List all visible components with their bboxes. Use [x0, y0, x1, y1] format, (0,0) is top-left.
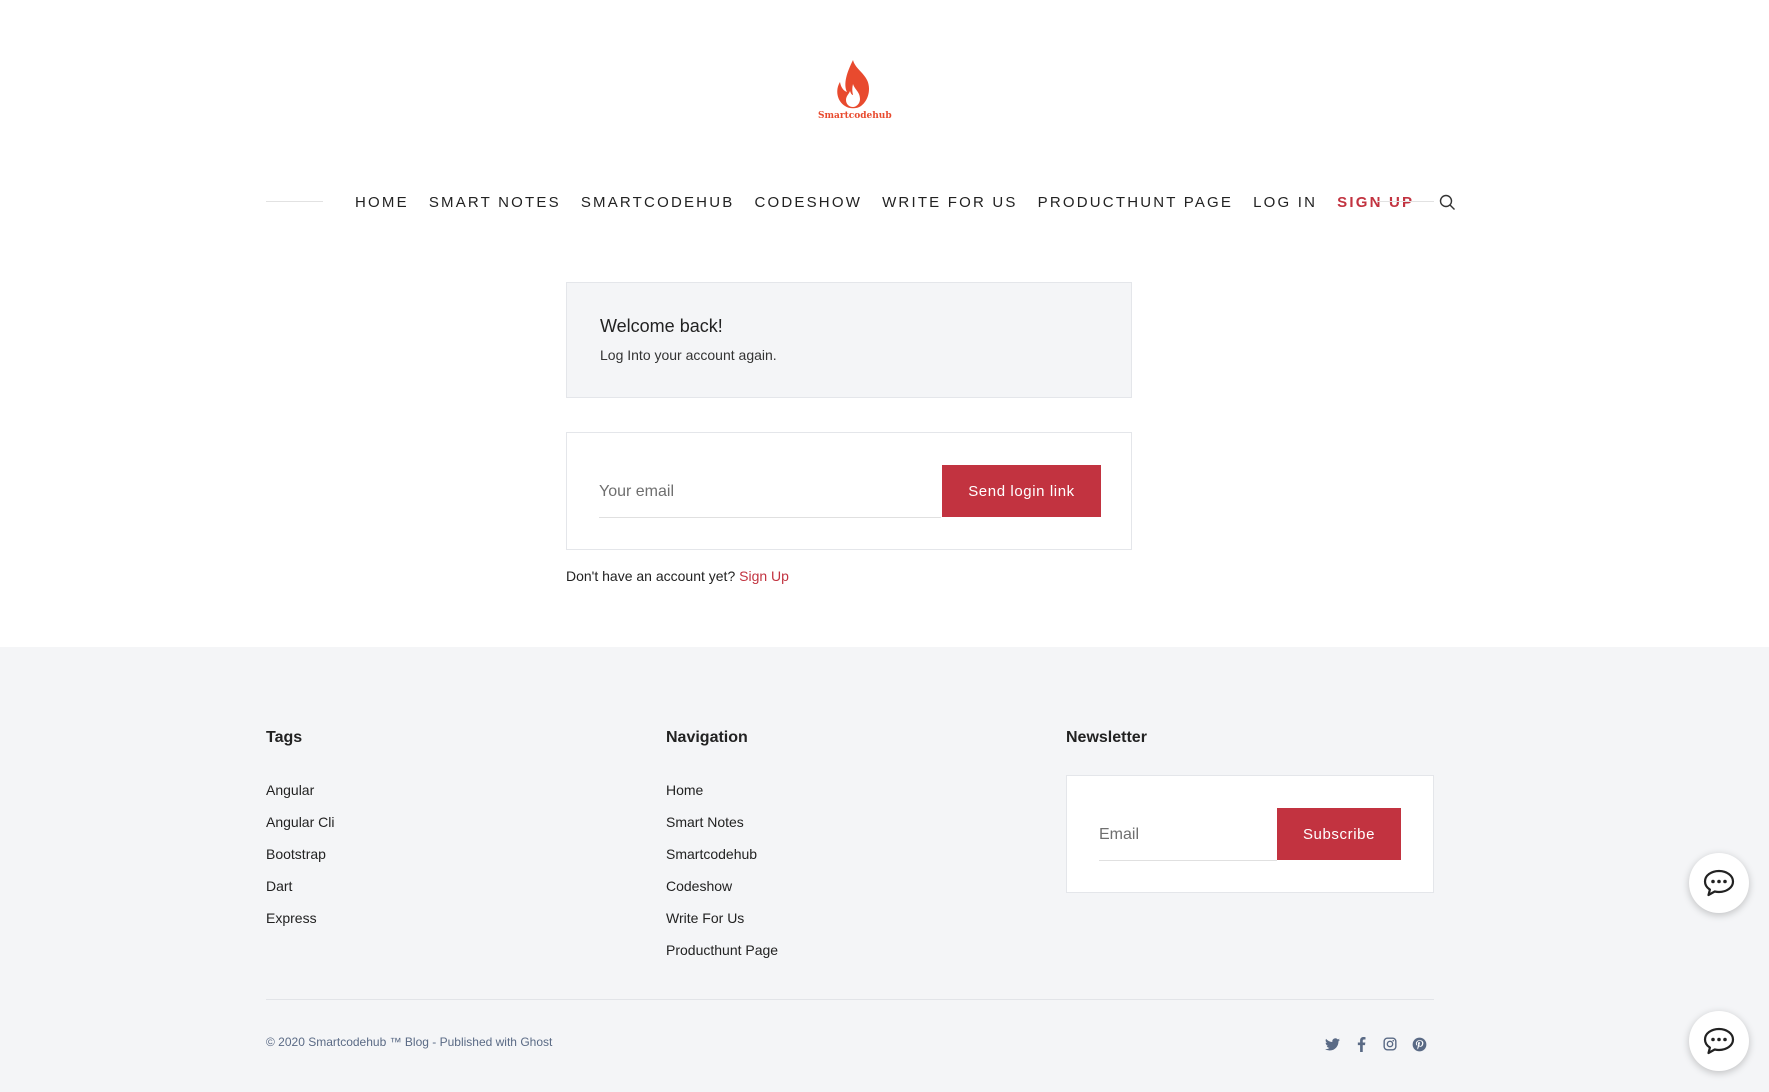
email-input[interactable] — [599, 466, 941, 518]
footer-nav-item: Producthunt Page — [666, 942, 778, 974]
navigation-title: Navigation — [666, 729, 748, 746]
tags-title: Tags — [266, 729, 303, 746]
footer-nav-smartcodehub[interactable]: Smartcodehub — [666, 846, 757, 862]
nav-item-write-for-us[interactable]: Write For Us — [882, 194, 1018, 211]
main-nav: Home Smart Notes Smartcodehub Codeshow W… — [355, 192, 1456, 212]
login-form: Send login link — [566, 432, 1132, 550]
footer-nav-list: Home Smart Notes Smartcodehub Codeshow W… — [666, 782, 778, 974]
footer-nav-smart-notes[interactable]: Smart Notes — [666, 814, 744, 830]
tag-item: Angular — [266, 782, 334, 814]
chat-bubble-icon[interactable] — [1689, 853, 1749, 913]
nav-item-log-in[interactable]: Log In — [1253, 194, 1317, 211]
nav-item-codeshow[interactable]: Codeshow — [754, 194, 862, 211]
footer-nav-item: Home — [666, 782, 778, 814]
pinterest-icon[interactable] — [1411, 1036, 1427, 1052]
social-links — [1324, 1036, 1427, 1052]
instagram-icon[interactable] — [1382, 1036, 1398, 1052]
welcome-subtitle: Log Into your account again. — [600, 347, 777, 363]
footer-nav-home[interactable]: Home — [666, 782, 703, 798]
footer-nav-producthunt-page[interactable]: Producthunt Page — [666, 942, 778, 958]
tag-link-angular-cli[interactable]: Angular Cli — [266, 814, 334, 830]
nav-divider-right — [1377, 201, 1434, 202]
newsletter-email-input[interactable] — [1099, 809, 1277, 861]
logo-text: Smartcodehub — [818, 111, 892, 121]
footer-divider — [266, 999, 1434, 1000]
footer-nav-item: Smart Notes — [666, 814, 778, 846]
tag-link-dart[interactable]: Dart — [266, 878, 292, 894]
site-logo[interactable]: Smartcodehub — [818, 58, 892, 132]
footer-nav-item: Write For Us — [666, 910, 778, 942]
footer-nav-write-for-us[interactable]: Write For Us — [666, 910, 744, 926]
send-login-link-button[interactable]: Send login link — [942, 465, 1101, 517]
signup-prompt-text: Don't have an account yet? — [566, 568, 736, 584]
tags-list: Angular Angular Cli Bootstrap Dart Expre… — [266, 782, 334, 942]
tag-item: Dart — [266, 878, 334, 910]
footer-nav-codeshow[interactable]: Codeshow — [666, 878, 732, 894]
tag-item: Angular Cli — [266, 814, 334, 846]
footer-nav-item: Codeshow — [666, 878, 778, 910]
welcome-card: Welcome back! Log Into your account agai… — [566, 282, 1132, 398]
tag-link-express[interactable]: Express — [266, 910, 317, 926]
newsletter-title: Newsletter — [1066, 729, 1147, 746]
chat-bubble-icon[interactable] — [1689, 1011, 1749, 1071]
search-icon[interactable] — [1438, 193, 1456, 211]
flame-icon — [837, 60, 869, 109]
signup-prompt: Don't have an account yet? Sign Up — [566, 568, 789, 584]
tag-item: Bootstrap — [266, 846, 334, 878]
footer-nav-item: Smartcodehub — [666, 846, 778, 878]
signup-link[interactable]: Sign Up — [739, 568, 789, 584]
nav-item-smartcodehub[interactable]: Smartcodehub — [581, 194, 735, 211]
site-header: Smartcodehub Home Smart Notes Smartcodeh… — [0, 0, 1761, 647]
copyright-text: © 2020 Smartcodehub ™ Blog - Published w… — [266, 1035, 553, 1049]
tag-item: Express — [266, 910, 334, 942]
facebook-icon[interactable] — [1353, 1036, 1369, 1052]
tag-link-bootstrap[interactable]: Bootstrap — [266, 846, 326, 862]
nav-item-sign-up[interactable]: Sign Up — [1337, 194, 1414, 211]
nav-item-producthunt-page[interactable]: Producthunt Page — [1038, 194, 1234, 211]
nav-divider-left — [266, 201, 323, 202]
welcome-title: Welcome back! — [600, 316, 723, 336]
nav-item-smart-notes[interactable]: Smart Notes — [429, 194, 561, 211]
tag-link-angular[interactable]: Angular — [266, 782, 314, 798]
subscribe-button[interactable]: Subscribe — [1277, 808, 1401, 860]
newsletter-form: Subscribe — [1066, 775, 1434, 893]
twitter-icon[interactable] — [1324, 1036, 1340, 1052]
nav-item-home[interactable]: Home — [355, 194, 409, 211]
